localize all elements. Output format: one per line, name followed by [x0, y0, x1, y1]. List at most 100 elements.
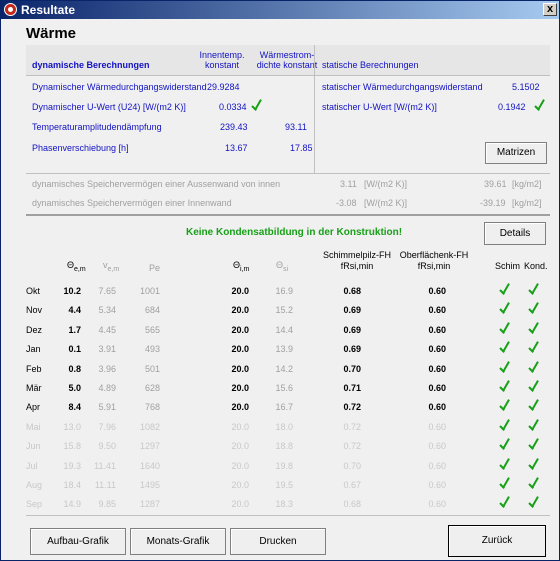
cell-te: 8.4 [68, 402, 81, 412]
cell-ve: 9.85 [98, 499, 116, 509]
cell-fo: 0.60 [428, 383, 446, 393]
header-theta-si-sub: si [283, 265, 289, 273]
cell-ti: 20.0 [231, 383, 249, 393]
cell-pe: 768 [144, 402, 160, 412]
schim-check-icon [500, 459, 508, 470]
cell-fo: 0.60 [428, 286, 446, 296]
cell-ve: 4.89 [98, 383, 116, 393]
back-button[interactable]: Zurück [448, 525, 546, 557]
dyn-uwert-check-icon [252, 100, 260, 111]
storage-value-aussenwand-2: 39.61 [484, 179, 507, 189]
kond-check-icon [529, 459, 537, 470]
dyn-label-widerstand: Dynamischer Wärmedurchgangswiderstand [32, 82, 207, 92]
print-button[interactable]: Drucken [230, 528, 326, 555]
cell-ti: 20.0 [231, 286, 249, 296]
storage-value-innenwand-1: -3.08 [336, 198, 357, 208]
dyn-value-phase-2: 17.85 [290, 143, 313, 153]
cell-fo: 0.60 [428, 305, 446, 315]
schim-check-icon [500, 362, 508, 373]
cell-ti: 20.0 [231, 441, 249, 451]
details-button[interactable]: Details [484, 222, 546, 245]
section-divider [314, 45, 315, 173]
storage-unit-aussenwand-1: [W/(m2 K)] [364, 179, 407, 189]
cell-tsi: 18.0 [275, 422, 293, 432]
aufbau-grafik-button[interactable]: Aufbau-Grafik [30, 528, 126, 555]
schim-check-icon [500, 323, 508, 334]
header-theta-em: Θe,m [67, 260, 86, 273]
matrices-button[interactable]: Matrizen [485, 142, 547, 164]
cell-tsi: 16.7 [275, 402, 293, 412]
cell-tsi: 14.2 [275, 364, 293, 374]
cell-te: 0.8 [68, 364, 81, 374]
header-theta-im-sub: i,m [240, 265, 250, 273]
cell-pe: 684 [144, 305, 160, 315]
cell-tsi: 15.6 [275, 383, 293, 393]
col-waermestrom-line2: dichte konstant [256, 60, 318, 70]
cell-fo: 0.60 [428, 461, 446, 471]
dyn-value-amplitude-2: 93.11 [285, 122, 307, 132]
header-theta-si: Θsi [276, 260, 288, 273]
storage-unit-innenwand-1: [W/(m2 K)] [364, 198, 407, 208]
schim-check-icon [500, 303, 508, 314]
close-button[interactable]: x [543, 3, 557, 16]
cell-ve: 7.96 [98, 422, 116, 432]
cell-tsi: 18.8 [275, 441, 293, 451]
cell-pe: 501 [144, 364, 160, 374]
cell-ve: 9.50 [98, 441, 116, 451]
cell-tsi: 19.8 [275, 461, 293, 471]
static-label-widerstand: statischer Wärmedurchgangswiderstand [322, 82, 483, 92]
header-theta-im: Θi,m [233, 260, 249, 273]
header-theta-em-sub: e,m [74, 265, 86, 273]
cell-pe: 1082 [139, 422, 160, 432]
cell-ti: 20.0 [231, 402, 249, 412]
condensation-message: Keine Kondensatbildung in der Konstrukti… [186, 227, 403, 238]
header-oberflaeche-line1: Oberflächenk-FH [399, 250, 469, 260]
cell-fs: 0.68 [343, 499, 361, 509]
cell-pe: 1495 [139, 480, 160, 490]
page-title: Wärme [26, 25, 77, 42]
cell-fo: 0.60 [428, 364, 446, 374]
kond-check-icon [529, 497, 537, 508]
cell-ti: 20.0 [231, 480, 249, 490]
cell-fs: 0.69 [343, 344, 361, 354]
header-theta-em-symbol: Θ [67, 260, 75, 270]
kond-check-icon [529, 381, 537, 392]
cell-fs: 0.67 [343, 480, 361, 490]
header-oberflaeche-line2: fRsi,min [417, 261, 451, 271]
kond-check-icon [529, 478, 537, 489]
cell-tsi: 18.3 [275, 499, 293, 509]
cell-ti: 20.0 [231, 344, 249, 354]
cell-pe: 1287 [139, 499, 160, 509]
cell-te: 13.0 [63, 422, 81, 432]
static-uwert-check-icon [535, 100, 543, 111]
cell-ve: 3.96 [98, 364, 116, 374]
cell-ti: 20.0 [231, 305, 249, 315]
cell-fs: 0.68 [343, 286, 361, 296]
storage-value-aussenwand-1: 3.11 [340, 179, 357, 189]
cell-ve: 4.45 [98, 325, 116, 335]
header-divider [26, 75, 550, 76]
cell-te: 15.8 [63, 441, 81, 451]
static-value-uwert: 0.1942 [498, 102, 526, 112]
cell-ti: 20.0 [231, 499, 249, 509]
monats-grafik-button[interactable]: Monats-Grafik [130, 528, 226, 555]
title-bar[interactable]: Resultate x [1, 1, 559, 19]
kond-check-icon [529, 284, 537, 295]
schim-check-icon [500, 284, 508, 295]
header-v-em: ve,m [103, 260, 119, 273]
cell-fs: 0.72 [343, 422, 361, 432]
dyn-label-amplitude: Temperaturamplitudendämpfung [32, 122, 162, 132]
header-kond: Kond. [524, 261, 548, 271]
cell-fo: 0.60 [428, 441, 446, 451]
cell-fs: 0.69 [343, 305, 361, 315]
cell-fs: 0.69 [343, 325, 361, 335]
storage-unit-innenwand-2: [kg/m2] [512, 198, 542, 208]
cell-tsi: 14.4 [275, 325, 293, 335]
cell-ve: 7.65 [98, 286, 116, 296]
cell-te: 14.9 [63, 499, 81, 509]
footer-divider [26, 515, 550, 516]
dyn-label-phase: Phasenverschiebung [h] [32, 143, 129, 153]
cell-fo: 0.60 [428, 480, 446, 490]
kond-check-icon [529, 323, 537, 334]
schim-check-icon [500, 400, 508, 411]
